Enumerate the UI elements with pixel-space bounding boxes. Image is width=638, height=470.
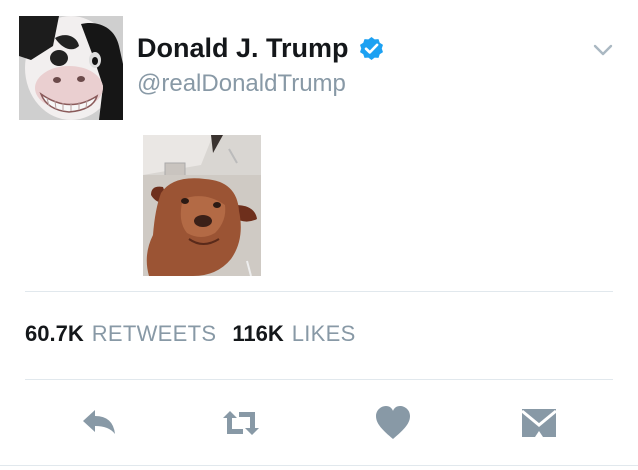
likes-label[interactable]: LIKES <box>292 321 356 347</box>
cow-face-avatar-icon <box>19 16 123 120</box>
direct-message-icon <box>521 409 557 437</box>
chevron-down-icon[interactable] <box>590 40 616 60</box>
author-name[interactable]: Donald J. Trump <box>137 33 386 64</box>
reply-icon <box>83 410 115 434</box>
tweet-stats: 60.7K RETWEETS 116K LIKES <box>25 321 372 347</box>
retweet-button[interactable] <box>221 403 261 443</box>
retweets-label[interactable]: RETWEETS <box>92 321 217 347</box>
divider <box>25 291 613 292</box>
dog-selfie-photo-icon <box>143 135 261 276</box>
reply-button[interactable] <box>79 403 119 443</box>
retweet-icon <box>223 411 259 435</box>
like-icon <box>376 406 410 439</box>
divider <box>0 465 638 466</box>
likes-count[interactable]: 116K <box>232 321 283 347</box>
direct-message-button[interactable] <box>519 403 559 443</box>
tweet-photo[interactable] <box>143 135 261 276</box>
author-handle[interactable]: @realDonaldTrump <box>137 70 346 98</box>
author-name-text: Donald J. Trump <box>137 33 349 63</box>
divider <box>25 379 613 380</box>
verified-badge-icon <box>357 34 386 63</box>
retweets-count[interactable]: 60.7K <box>25 321 84 347</box>
like-button[interactable] <box>373 403 413 443</box>
avatar[interactable] <box>19 16 123 120</box>
